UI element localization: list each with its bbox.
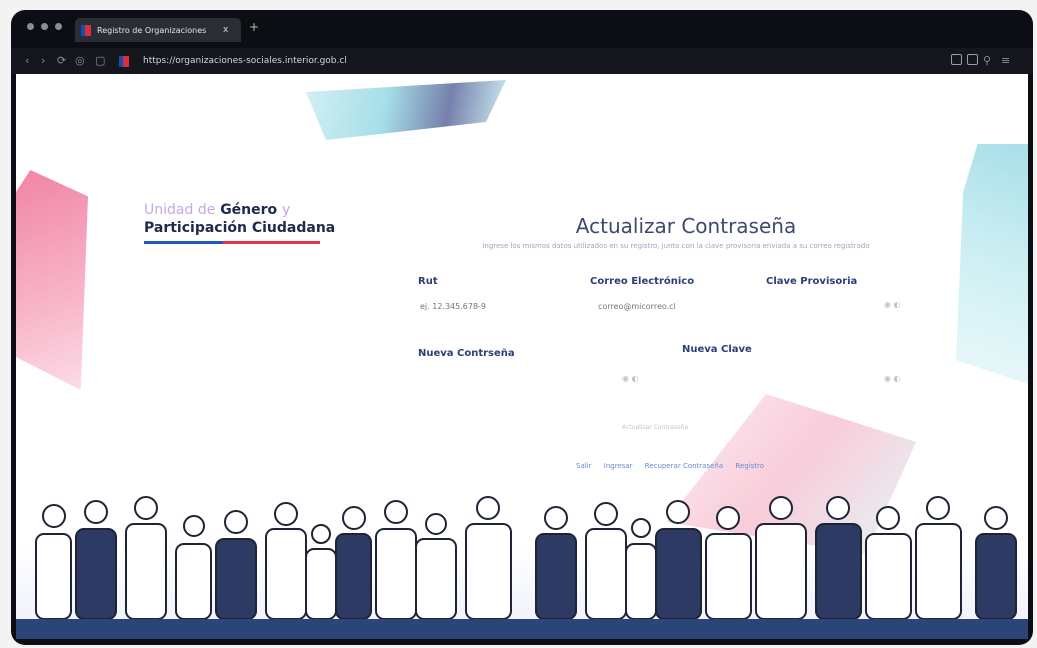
- new-password-confirm-label: Nueva Clave: [682, 344, 752, 355]
- page-footer-bar: [16, 619, 1028, 639]
- close-tab-icon[interactable]: x: [223, 25, 228, 35]
- chile-flag-icon: [81, 24, 91, 36]
- sidebar-icon[interactable]: ▢: [95, 54, 105, 67]
- monitor-frame: Registro de Organizaciones x + ‹ › ⟳ ◎ ▢…: [11, 10, 1033, 645]
- eye-icon[interactable]: ◉ ◐: [884, 374, 901, 383]
- extension-icon[interactable]: [951, 54, 962, 65]
- web-page: Unidad de Género y Participación Ciudada…: [16, 74, 1028, 639]
- eye-icon[interactable]: ◉ ◐: [622, 374, 639, 383]
- link-ingresar[interactable]: Ingresar: [604, 462, 633, 470]
- logo-line1: Unidad de Género y: [144, 202, 291, 218]
- browser-toolbar: ‹ › ⟳ ◎ ▢ https://organizaciones-sociale…: [11, 48, 1033, 74]
- shield-icon[interactable]: ◎: [75, 54, 85, 67]
- logo-flag-bar: [144, 241, 320, 244]
- teal-watercolor-splash: [306, 80, 506, 140]
- temp-password-input[interactable]: [766, 296, 890, 316]
- window-close-dot[interactable]: [27, 23, 34, 30]
- logo-line2: Participación Ciudadana: [144, 220, 336, 236]
- search-icon[interactable]: ⚲: [983, 54, 991, 67]
- tab-title: Registro de Organizaciones: [97, 25, 207, 35]
- browser-titlebar: Registro de Organizaciones x +: [11, 10, 1033, 48]
- new-password-label: Nueva Contrseña: [418, 348, 515, 359]
- community-illustration: [35, 496, 1017, 619]
- email-input[interactable]: [596, 296, 750, 316]
- new-password-confirm-input[interactable]: [616, 370, 880, 390]
- url-text[interactable]: https://organizaciones-sociales.interior…: [143, 56, 347, 66]
- menu-icon[interactable]: ≡: [1001, 54, 1010, 67]
- rut-input[interactable]: [418, 296, 572, 316]
- rut-label: Rut: [418, 276, 438, 287]
- link-salir[interactable]: Salir: [576, 462, 592, 470]
- page-subtitle: Ingrese los mismos datos utilizados en s…: [482, 242, 870, 250]
- update-password-button[interactable]: Actualizar Contraseña: [622, 424, 688, 431]
- split-view-icon[interactable]: [967, 54, 978, 65]
- link-registro[interactable]: Registro: [735, 462, 764, 470]
- link-recuperar[interactable]: Recuperar Contraseña: [645, 462, 723, 470]
- reload-icon[interactable]: ⟳: [57, 54, 66, 67]
- chile-flag-icon: [119, 55, 129, 67]
- forward-icon[interactable]: ›: [41, 54, 45, 67]
- email-label: Correo Electrónico: [590, 276, 695, 287]
- footer-links: Salir Ingresar Recuperar Contraseña Regi…: [576, 462, 774, 470]
- pink-watercolor-splash: [16, 170, 88, 390]
- window-zoom-dot[interactable]: [55, 23, 62, 30]
- eye-icon[interactable]: ◉ ◐: [884, 300, 901, 309]
- back-icon[interactable]: ‹: [25, 54, 29, 67]
- new-password-input[interactable]: [418, 370, 572, 390]
- blue-watercolor-splash: [956, 144, 1028, 384]
- temp-password-label: Clave Provisoria: [766, 276, 858, 287]
- site-logo[interactable]: Unidad de Género y Participación Ciudada…: [144, 202, 335, 244]
- new-tab-button[interactable]: +: [249, 20, 259, 34]
- browser-tab[interactable]: Registro de Organizaciones x: [75, 18, 241, 42]
- page-title: Actualizar Contraseña: [575, 214, 797, 238]
- address-bar[interactable]: https://organizaciones-sociales.interior…: [119, 52, 939, 70]
- window-minimize-dot[interactable]: [41, 23, 48, 30]
